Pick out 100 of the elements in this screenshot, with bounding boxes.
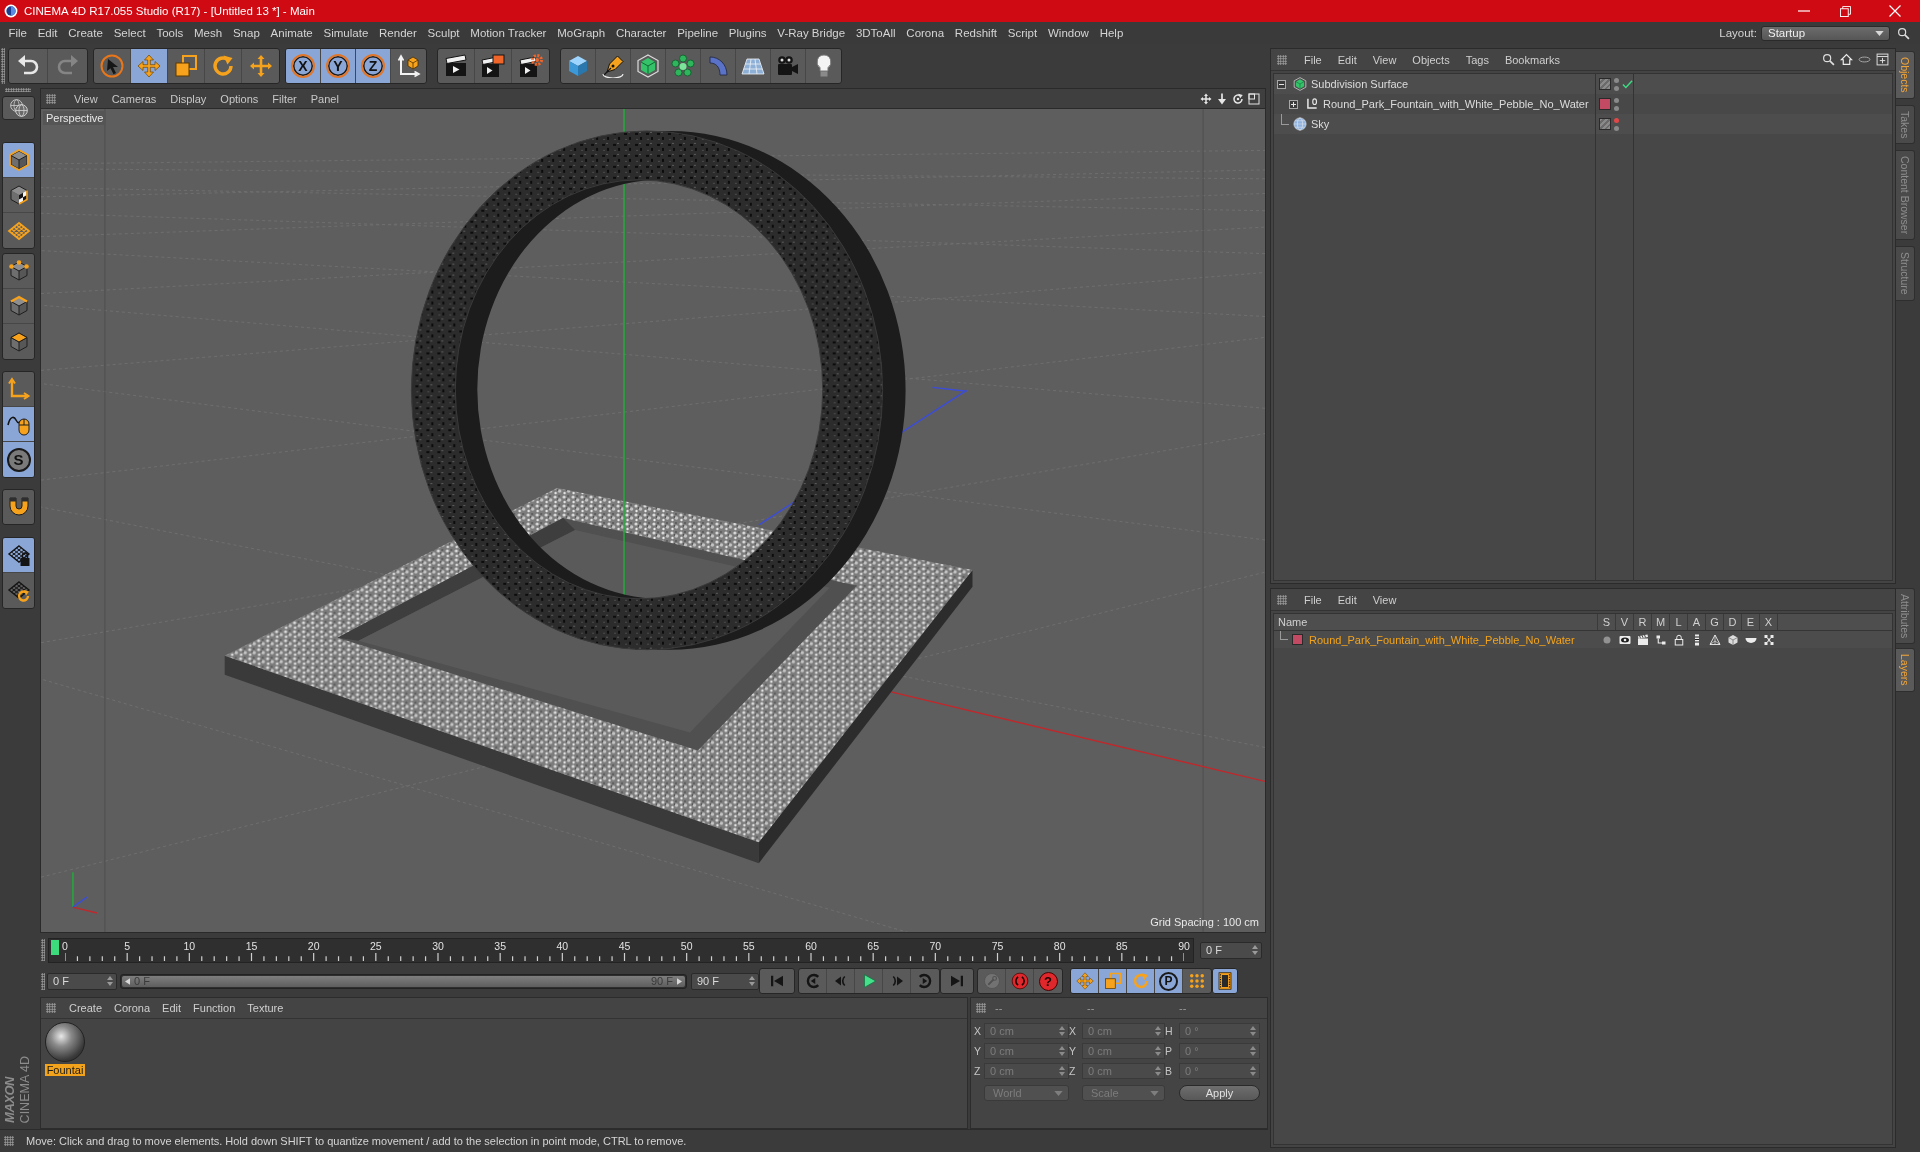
menu-item[interactable]: View xyxy=(1364,593,1405,606)
menu-item[interactable]: Simulate xyxy=(318,27,374,39)
frame-field[interactable]: 0 F xyxy=(47,972,117,990)
check-icon[interactable] xyxy=(1622,78,1633,90)
menu-item[interactable]: MoGraph xyxy=(551,27,611,39)
material-thumbnail[interactable] xyxy=(45,1022,85,1062)
lock-icon[interactable] xyxy=(1673,633,1685,646)
object-row[interactable]: Sky xyxy=(1274,114,1892,134)
viewport-canvas[interactable]: Perspective Grid Spacing : 100 cm xyxy=(41,108,1265,932)
menu-item[interactable]: Render xyxy=(373,27,423,39)
transport-button[interactable] xyxy=(759,968,795,994)
spinner-icon[interactable] xyxy=(749,976,755,986)
toolbar-button[interactable] xyxy=(3,407,34,442)
grip-icon[interactable] xyxy=(41,939,45,961)
menu-item[interactable]: Edit xyxy=(156,1002,188,1014)
dot-icon[interactable] xyxy=(1614,85,1619,91)
hatched-swatch-icon[interactable] xyxy=(1599,78,1611,90)
grip-icon[interactable] xyxy=(5,88,31,92)
key-filter-button[interactable] xyxy=(1071,969,1099,993)
layer-row[interactable]: Round_Park_Fountain_with_White_Pebble_No_Water xyxy=(1274,631,1892,648)
menu-item[interactable]: Cameras xyxy=(104,92,164,105)
column-header[interactable]: M xyxy=(1652,614,1670,630)
key-filter-button[interactable] xyxy=(1099,969,1127,993)
menu-item[interactable]: File xyxy=(1296,53,1330,66)
eye-icon[interactable] xyxy=(1619,633,1631,646)
grip-icon[interactable] xyxy=(4,1136,14,1146)
dot-icon[interactable] xyxy=(1614,105,1619,111)
column-header[interactable]: X xyxy=(1760,614,1778,630)
grip-icon[interactable] xyxy=(976,1003,986,1013)
menu-item[interactable]: File xyxy=(3,27,33,39)
column-header[interactable]: Name xyxy=(1274,614,1598,630)
column-header[interactable]: E xyxy=(1742,614,1760,630)
menu-item[interactable]: Sculpt xyxy=(422,27,465,39)
column-header[interactable]: G xyxy=(1706,614,1724,630)
menu-item[interactable]: Edit xyxy=(32,27,63,39)
clapboard-icon[interactable] xyxy=(1637,633,1649,646)
spinner-icon[interactable] xyxy=(107,976,113,986)
menu-item[interactable]: Animate xyxy=(265,27,319,39)
material-name[interactable]: Fountai xyxy=(44,1064,86,1076)
search-icon[interactable] xyxy=(1897,26,1910,40)
menu-item[interactable]: Plugins xyxy=(723,27,772,39)
menu-item[interactable]: View xyxy=(67,92,105,105)
grip-icon[interactable] xyxy=(41,972,45,990)
toolbar-button[interactable] xyxy=(3,538,34,573)
menu-item[interactable]: Tags xyxy=(1457,53,1497,66)
toolbar-button[interactable] xyxy=(2,489,35,525)
column-header[interactable]: V xyxy=(1616,614,1634,630)
dot-icon[interactable] xyxy=(1614,77,1619,83)
column-header[interactable]: L xyxy=(1670,614,1688,630)
menu-item[interactable]: Snap xyxy=(227,27,266,39)
toolbar-button[interactable] xyxy=(2,96,35,120)
menu-item[interactable]: File xyxy=(1296,593,1330,606)
menu-item[interactable]: View xyxy=(1364,53,1405,66)
soft-selection-button[interactable]: S xyxy=(3,442,34,477)
menu-item[interactable]: Options xyxy=(213,92,266,105)
four-arrows-icon[interactable] xyxy=(1200,92,1212,105)
grip-icon[interactable] xyxy=(1,48,5,84)
menu-item[interactable]: Objects xyxy=(1404,53,1458,66)
column-header[interactable]: D xyxy=(1724,614,1742,630)
menu-item[interactable]: Window xyxy=(1042,27,1095,39)
grip-icon[interactable] xyxy=(46,1003,56,1013)
timeline-button[interactable] xyxy=(1212,968,1238,994)
menu-item[interactable]: Edit xyxy=(1329,593,1365,606)
spinner-icon[interactable] xyxy=(1252,945,1258,955)
timeline-ruler[interactable]: 0 5 10 15 20 25 30 35 40 45 50 55 60 65 70 75 80 85 90 xyxy=(48,937,1194,963)
menu-item[interactable]: Bookmarks xyxy=(1496,53,1568,66)
left-arrow-icon[interactable] xyxy=(125,977,130,985)
side-tab[interactable]: Objects xyxy=(1896,51,1915,99)
color-swatch-icon[interactable] xyxy=(1292,634,1303,645)
current-frame-field[interactable]: 0 F xyxy=(1200,941,1262,959)
menu-item[interactable]: Texture xyxy=(241,1002,290,1014)
grip-icon[interactable] xyxy=(46,93,56,104)
grip-icon[interactable] xyxy=(1277,54,1287,65)
grip-icon[interactable] xyxy=(1277,594,1287,605)
menu-item[interactable]: Script xyxy=(1002,27,1043,39)
menu-item[interactable]: Function xyxy=(187,1002,242,1014)
column-header[interactable]: R xyxy=(1634,614,1652,630)
dot-icon[interactable] xyxy=(1614,125,1619,131)
down-arrow-icon[interactable] xyxy=(1216,92,1228,105)
side-tab[interactable]: Layers xyxy=(1896,648,1915,692)
solid-cube-icon[interactable] xyxy=(1727,633,1739,646)
circular-arrow-icon[interactable] xyxy=(1232,92,1244,105)
pyramid-icon[interactable] xyxy=(1709,633,1721,646)
expand-icon[interactable] xyxy=(1289,99,1298,109)
color-swatch-icon[interactable] xyxy=(1599,98,1611,110)
search-icon[interactable] xyxy=(1822,53,1835,66)
frame-field[interactable]: 90 F xyxy=(691,972,759,990)
menu-item[interactable]: Select xyxy=(108,27,151,39)
cross-squares-icon[interactable] xyxy=(1763,633,1775,646)
transport-button[interactable] xyxy=(940,968,974,994)
menu-item[interactable]: Character xyxy=(610,27,672,39)
menu-item[interactable]: Mesh xyxy=(188,27,228,39)
menu-item[interactable]: Display xyxy=(163,92,214,105)
restore-icon[interactable] xyxy=(1840,5,1851,17)
menu-item[interactable]: Panel xyxy=(303,92,346,105)
key-filter-button[interactable] xyxy=(1127,969,1155,993)
menu-item[interactable]: Corona xyxy=(900,27,950,39)
menu-item[interactable]: Filter xyxy=(265,92,304,105)
menu-item[interactable]: Edit xyxy=(1329,53,1365,66)
window-layout-icon[interactable] xyxy=(1248,92,1260,105)
